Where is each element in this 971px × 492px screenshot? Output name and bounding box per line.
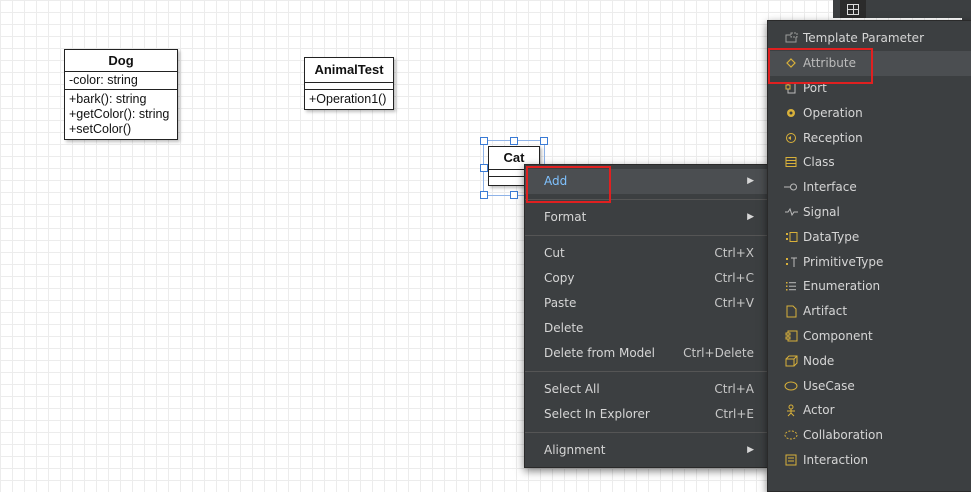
submenu-item-primitivetype[interactable]: PrimitiveType bbox=[768, 249, 971, 274]
submenu-item-interaction[interactable]: Interaction bbox=[768, 448, 971, 473]
submenu-item-signal[interactable]: Signal bbox=[768, 200, 971, 225]
layout-toggle-button[interactable] bbox=[840, 0, 866, 18]
operation-item: +getColor(): string bbox=[69, 107, 170, 121]
menu-separator bbox=[525, 371, 768, 372]
artifact-icon bbox=[784, 304, 798, 318]
submenu-item-operation[interactable]: Operation bbox=[768, 100, 971, 125]
operation-item: +Operation1() bbox=[309, 92, 387, 106]
context-menu: Add ▶ Format ▶ Cut Ctrl+X Copy Ctrl+C Pa… bbox=[524, 164, 769, 468]
class-icon bbox=[784, 155, 798, 169]
attribute-item: -color: string bbox=[69, 73, 138, 87]
menu-item-select-all[interactable]: Select All Ctrl+A bbox=[525, 377, 768, 402]
menu-item-cut[interactable]: Cut Ctrl+X bbox=[525, 241, 768, 266]
menu-item-alignment[interactable]: Alignment ▶ bbox=[525, 438, 768, 463]
attribute-compartment: -color: string bbox=[65, 72, 177, 90]
resize-handle[interactable] bbox=[540, 137, 548, 145]
datatype-icon bbox=[784, 230, 798, 244]
operation-item: +setColor() bbox=[69, 122, 132, 136]
enumeration-icon bbox=[784, 279, 798, 293]
menu-separator bbox=[525, 235, 768, 236]
collaboration-icon bbox=[784, 428, 798, 442]
resize-handle[interactable] bbox=[510, 191, 518, 199]
chevron-right-icon: ▶ bbox=[747, 445, 754, 455]
submenu-item-component[interactable]: Component bbox=[768, 324, 971, 349]
class-dog[interactable]: Dog -color: string +bark(): string +getC… bbox=[64, 49, 178, 140]
submenu-item-interface[interactable]: Interface bbox=[768, 175, 971, 200]
chevron-right-icon: ▶ bbox=[747, 212, 754, 222]
resize-handle[interactable] bbox=[480, 191, 488, 199]
submenu-item-template-parameter[interactable]: Template Parameter bbox=[768, 26, 971, 51]
class-animaltest[interactable]: AnimalTest +Operation1() bbox=[304, 57, 394, 110]
reception-icon bbox=[784, 131, 798, 145]
submenu-item-reception[interactable]: Reception bbox=[768, 125, 971, 150]
operation-item: +bark(): string bbox=[69, 92, 147, 106]
submenu-item-actor[interactable]: Actor bbox=[768, 398, 971, 423]
menu-item-delete[interactable]: Delete bbox=[525, 316, 768, 341]
menu-item-copy[interactable]: Copy Ctrl+C bbox=[525, 266, 768, 291]
add-submenu: Template Parameter Attribute Port Operat… bbox=[767, 20, 971, 492]
actor-icon bbox=[784, 403, 798, 417]
signal-icon bbox=[784, 205, 798, 219]
operation-compartment: +Operation1() bbox=[305, 90, 393, 109]
attribute-compartment bbox=[305, 83, 393, 90]
submenu-item-datatype[interactable]: DataType bbox=[768, 224, 971, 249]
menu-item-select-in-explorer[interactable]: Select In Explorer Ctrl+E bbox=[525, 402, 768, 427]
operation-compartment: +bark(): string +getColor(): string +set… bbox=[65, 90, 177, 139]
attribute-icon bbox=[784, 56, 798, 70]
interface-icon bbox=[784, 180, 798, 194]
submenu-item-enumeration[interactable]: Enumeration bbox=[768, 274, 971, 299]
submenu-item-usecase[interactable]: UseCase bbox=[768, 373, 971, 398]
chevron-right-icon: ▶ bbox=[747, 176, 754, 186]
component-icon bbox=[784, 329, 798, 343]
submenu-item-class[interactable]: Class bbox=[768, 150, 971, 175]
menu-separator bbox=[525, 199, 768, 200]
resize-handle[interactable] bbox=[480, 164, 488, 172]
resize-handle[interactable] bbox=[480, 137, 488, 145]
submenu-item-collaboration[interactable]: Collaboration bbox=[768, 423, 971, 448]
node-icon bbox=[784, 354, 798, 368]
usecase-icon bbox=[784, 379, 798, 393]
menu-separator bbox=[525, 432, 768, 433]
submenu-item-node[interactable]: Node bbox=[768, 348, 971, 373]
menu-item-paste[interactable]: Paste Ctrl+V bbox=[525, 291, 768, 316]
submenu-item-attribute[interactable]: Attribute bbox=[768, 50, 971, 76]
operation-icon bbox=[784, 106, 798, 120]
class-name: Dog bbox=[65, 50, 177, 72]
submenu-item-port[interactable]: Port bbox=[768, 76, 971, 101]
class-name: AnimalTest bbox=[305, 58, 393, 83]
primitivetype-icon bbox=[784, 255, 798, 269]
grid-layout-icon bbox=[847, 3, 859, 15]
menu-item-format[interactable]: Format ▶ bbox=[525, 205, 768, 230]
resize-handle[interactable] bbox=[510, 137, 518, 145]
template-parameter-icon bbox=[784, 31, 798, 45]
interaction-icon bbox=[784, 453, 798, 467]
menu-item-delete-from-model[interactable]: Delete from Model Ctrl+Delete bbox=[525, 341, 768, 366]
menu-item-add[interactable]: Add ▶ bbox=[525, 169, 768, 194]
submenu-item-artifact[interactable]: Artifact bbox=[768, 299, 971, 324]
port-icon bbox=[784, 81, 798, 95]
